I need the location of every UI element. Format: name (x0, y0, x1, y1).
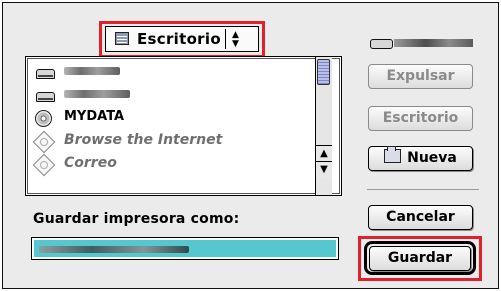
selected-filename-text (34, 240, 336, 257)
alias-globe-icon (32, 130, 56, 154)
popup-separator (225, 29, 226, 49)
list-item-label (64, 86, 130, 102)
current-disk-icon (370, 39, 393, 49)
list-item-label (64, 63, 120, 79)
current-disk-name (394, 39, 473, 47)
list-item[interactable]: MYDATA (34, 107, 324, 129)
hard-disk-icon (34, 64, 56, 80)
new-folder-icon (384, 146, 402, 163)
list-item[interactable]: Correo (32, 153, 324, 177)
location-popup-menu[interactable]: Escritorio ▲ ▼ (105, 26, 259, 52)
desktop-button[interactable]: Escritorio (368, 106, 473, 131)
list-item[interactable]: Browse the Internet (32, 130, 324, 154)
list-scrollbar[interactable]: ▲ ▼ (315, 57, 332, 195)
new-folder-button[interactable]: Nueva (368, 146, 473, 171)
button-divider (367, 189, 479, 190)
scroll-up-arrow-icon[interactable]: ▲ (316, 145, 332, 162)
list-item-label: MYDATA (64, 109, 125, 124)
save-button[interactable]: Guardar (369, 246, 471, 271)
scroll-down-arrow-icon[interactable]: ▼ (316, 161, 332, 178)
list-item[interactable] (34, 84, 324, 106)
location-popup-label: Escritorio (137, 30, 221, 48)
scrollbar-thumb[interactable] (317, 59, 330, 85)
eject-button[interactable]: Expulsar (368, 64, 473, 89)
list-item-label: Browse the Internet (64, 132, 223, 148)
cancel-button[interactable]: Cancelar (368, 205, 473, 230)
cd-icon (34, 110, 56, 127)
hard-disk-icon (34, 87, 56, 103)
file-list[interactable]: MYDATA Browse the Internet Correo (25, 56, 342, 196)
new-folder-label: Nueva (407, 150, 457, 166)
popup-arrows-icon: ▲ ▼ (232, 30, 239, 49)
desktop-folder-icon (115, 32, 129, 45)
list-item-label: Correo (64, 155, 117, 171)
alias-globe-icon (32, 153, 56, 177)
save-as-label: Guardar impresora como: (33, 211, 240, 227)
list-item[interactable] (34, 61, 324, 83)
redacted-disk-name (64, 90, 130, 98)
save-as-input[interactable] (31, 237, 339, 260)
redacted-disk-name (64, 67, 120, 75)
